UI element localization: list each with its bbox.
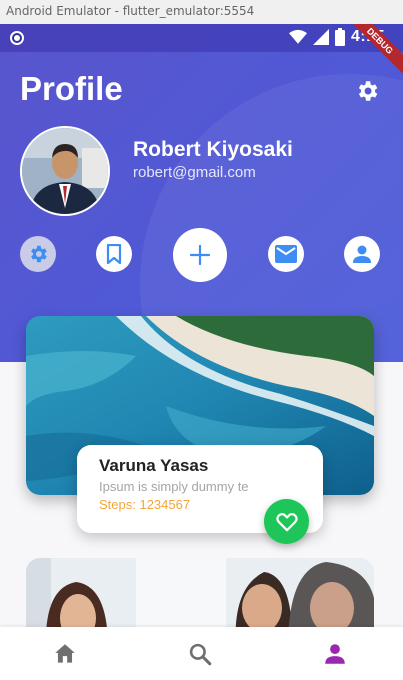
- person-icon[interactable]: [322, 641, 348, 667]
- bottom-navigation: [0, 627, 403, 680]
- action-settings-button[interactable]: [20, 236, 56, 272]
- add-icon: [189, 244, 211, 266]
- home-icon[interactable]: [52, 641, 78, 667]
- emulator-window-title: Android Emulator - flutter_emulator:5554: [0, 0, 403, 24]
- favorite-button[interactable]: [264, 499, 309, 544]
- notification-dot-icon: [10, 31, 24, 45]
- mail-icon: [275, 245, 297, 263]
- app-screen: 4:15 DEBUG Profile Robert Kiyosaki rober…: [0, 24, 403, 680]
- wifi-icon: [288, 29, 307, 44]
- settings-gear-icon[interactable]: [354, 78, 380, 104]
- status-bar: 4:15 DEBUG: [0, 24, 403, 78]
- page-title: Profile: [20, 70, 123, 107]
- activity-user-name: Varuna Yasas: [99, 456, 209, 475]
- user-email: robert@gmail.com: [133, 164, 256, 181]
- user-name: Robert Kiyosaki: [133, 138, 293, 161]
- action-add-button[interactable]: [173, 228, 227, 282]
- avatar[interactable]: [20, 126, 110, 216]
- bookmark-icon: [106, 244, 122, 264]
- heart-icon: [275, 512, 298, 531]
- action-profile-button[interactable]: [344, 236, 380, 272]
- avatar-photo: [22, 128, 108, 214]
- activity-description: Ipsum is simply dummy te: [99, 479, 249, 494]
- signal-icon: [312, 29, 329, 45]
- person-icon: [353, 245, 371, 263]
- action-mail-button[interactable]: [268, 236, 304, 272]
- settings-icon: [31, 245, 47, 263]
- search-icon[interactable]: [187, 641, 213, 667]
- action-bookmark-button[interactable]: [96, 236, 132, 272]
- activity-steps: Steps: 1234567: [99, 497, 191, 512]
- battery-icon: [334, 28, 345, 46]
